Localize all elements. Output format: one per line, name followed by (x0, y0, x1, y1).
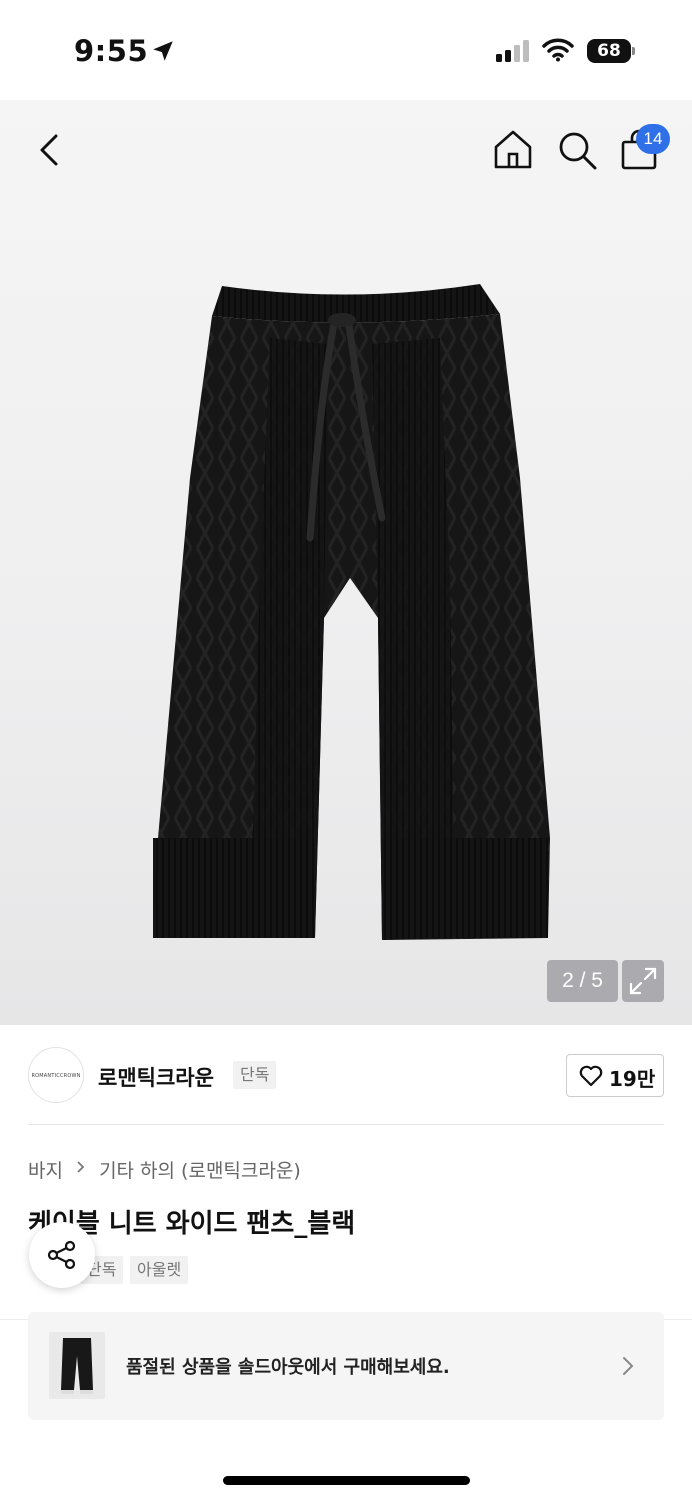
breadcrumb-category[interactable]: 바지 (28, 1156, 63, 1183)
chevron-right-icon (623, 1357, 634, 1375)
brand-logo[interactable]: ROMANTICCROWN (28, 1047, 84, 1103)
breadcrumb-subcategory[interactable]: 기타 하의 (로맨틱크라운) (99, 1156, 301, 1183)
soldout-text: 품절된 상품을 솔드아웃에서 구매해보세요. (126, 1357, 450, 1378)
battery-tip (632, 47, 635, 55)
search-icon[interactable] (555, 128, 599, 172)
breadcrumb: 바지 기타 하의 (로맨틱크라운) (28, 1156, 301, 1183)
product-tag-outlet: 아울렛 (130, 1256, 189, 1284)
chevron-right-icon (75, 1159, 87, 1180)
back-arrow-icon[interactable] (30, 130, 70, 170)
battery-level: 68 (587, 39, 631, 63)
brand-exclusive-tag: 단독 (233, 1061, 277, 1089)
soldout-thumbnail (49, 1332, 105, 1399)
like-button[interactable]: 19만 (566, 1054, 664, 1097)
home-indicator (223, 1476, 470, 1485)
expand-icon (629, 967, 657, 995)
brand-row[interactable]: ROMANTICCROWN 로맨틱크라운 단독 19만 (0, 1025, 692, 1125)
location-arrow-icon (153, 41, 173, 61)
share-icon (47, 1240, 76, 1270)
share-button[interactable] (29, 1222, 95, 1288)
product-image (153, 284, 550, 940)
wifi-icon (542, 38, 574, 62)
soldout-banner[interactable]: 품절된 상품을 솔드아웃에서 구매해보세요. (28, 1312, 664, 1420)
product-gallery[interactable]: 14 2 / 5 (0, 100, 692, 1025)
like-count: 19만 (609, 1067, 656, 1091)
cart-count-badge: 14 (636, 124, 670, 154)
image-pager: 2 / 5 (547, 960, 618, 1002)
cellular-signal-icon (496, 40, 529, 62)
heart-icon (579, 1065, 603, 1087)
status-time: 9:55 (74, 34, 149, 68)
brand-name[interactable]: 로맨틱크라운 (98, 1062, 214, 1092)
expand-button[interactable] (622, 960, 664, 1002)
divider (28, 1124, 664, 1125)
home-icon[interactable] (491, 128, 535, 172)
status-bar: 9:55 68 (0, 0, 692, 100)
